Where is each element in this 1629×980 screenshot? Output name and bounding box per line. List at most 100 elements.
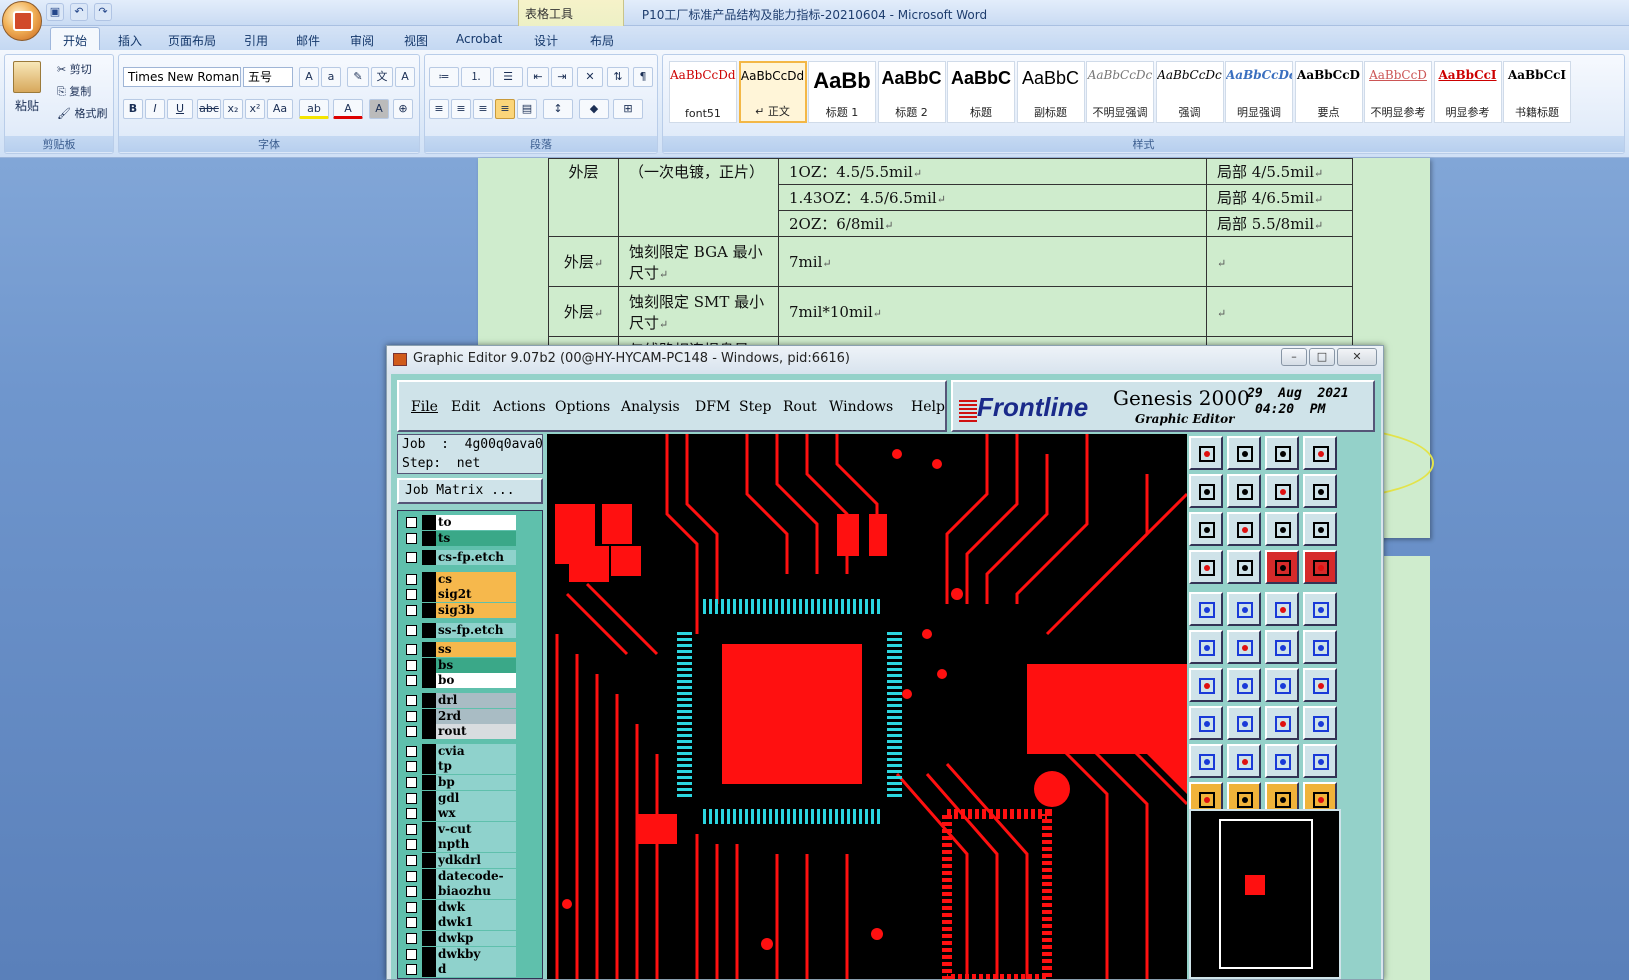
font-color-icon[interactable]: A <box>333 99 363 119</box>
pad-icon[interactable] <box>1189 592 1223 626</box>
tab-view[interactable]: 视图 <box>396 30 436 51</box>
increase-indent-icon[interactable]: ⇥ <box>551 67 573 87</box>
layer-row[interactable]: drl <box>402 693 542 708</box>
ruler-icon[interactable] <box>1265 592 1299 626</box>
show-marks-icon[interactable]: ¶ <box>633 67 653 87</box>
dash-icon[interactable] <box>1227 706 1261 740</box>
layer-row[interactable]: dwk <box>402 899 542 915</box>
change-case-icon[interactable]: Aa <box>267 99 293 119</box>
clear-format-icon[interactable]: ✎ <box>347 67 369 87</box>
strikethrough-icon[interactable]: abc <box>197 99 221 119</box>
layer-row[interactable]: biaozhu <box>402 884 542 900</box>
sort-icon[interactable]: ⇅ <box>607 67 629 87</box>
tab-mailings[interactable]: 邮件 <box>288 30 328 51</box>
layer-checkbox[interactable] <box>406 675 417 687</box>
style-item[interactable]: AaBbCcD 要点 <box>1294 61 1363 123</box>
maximize-icon[interactable]: □ <box>1309 348 1335 366</box>
table-cell[interactable]: 蚀刻限定 BGA 最小尺寸↵ <box>618 236 779 287</box>
layer-checkbox[interactable] <box>406 710 417 722</box>
grid-icon[interactable] <box>1227 550 1261 584</box>
triangle3-icon[interactable] <box>1265 744 1299 778</box>
layer-row[interactable]: ss <box>402 642 542 658</box>
layer-checkbox[interactable] <box>406 933 417 944</box>
shape-icon[interactable] <box>1227 592 1261 626</box>
help-icon[interactable] <box>1303 512 1337 546</box>
layer-row[interactable]: sig2t <box>402 587 542 603</box>
layer-checkbox[interactable] <box>406 823 417 835</box>
triangle1-icon[interactable] <box>1189 744 1223 778</box>
layer-row[interactable]: npth <box>402 837 542 853</box>
bullets-icon[interactable]: ≔ <box>429 67 459 87</box>
style-item[interactable]: AaBb 标题 1 <box>808 61 876 123</box>
table-cell[interactable]: 局部 4/5.5mil↵ <box>1206 158 1353 185</box>
font-family-combo[interactable]: Times New Roman <box>123 67 241 87</box>
move-icon[interactable] <box>1265 630 1299 664</box>
layer-checkbox[interactable] <box>406 589 417 601</box>
tab-page-layout[interactable]: 页面布局 <box>160 30 224 51</box>
tab-design[interactable]: 设计 <box>526 30 566 51</box>
layer-row[interactable]: bs <box>402 657 542 673</box>
layer-checkbox[interactable] <box>406 917 417 929</box>
style-item[interactable]: AaBbCcI 书籍标题 <box>1503 61 1571 123</box>
style-item[interactable]: AaBbC 副标题 <box>1016 61 1085 123</box>
pcb-canvas[interactable] <box>547 434 1187 979</box>
dim-icon[interactable] <box>1265 706 1299 740</box>
table-cell[interactable]: 外层 <box>548 158 619 237</box>
net-icon[interactable] <box>1189 630 1223 664</box>
layer-checkbox[interactable] <box>406 777 417 788</box>
align-center-icon[interactable]: ≡ <box>451 99 471 119</box>
tab-references[interactable]: 引用 <box>236 30 276 51</box>
layer-row[interactable]: dwk1 <box>402 915 542 931</box>
layer-row[interactable]: bp <box>402 775 542 790</box>
borders-icon[interactable]: ⊞ <box>613 99 643 119</box>
layer-checkbox[interactable] <box>406 573 417 585</box>
add-icon[interactable] <box>1303 630 1337 664</box>
highlight-icon[interactable]: ab <box>299 99 329 119</box>
style-item[interactable]: AaBbCcI 明显参考 <box>1433 61 1502 123</box>
edge-icon[interactable] <box>1227 668 1261 702</box>
font-size-combo[interactable]: 五号 <box>243 67 293 87</box>
enclose-char-icon[interactable]: ⊕ <box>393 99 413 119</box>
layer-checkbox[interactable] <box>406 901 417 913</box>
layer-checkbox[interactable] <box>406 726 417 738</box>
overview-minimap[interactable] <box>1189 809 1341 979</box>
layer-row[interactable]: wx <box>402 806 542 822</box>
cut-button[interactable]: ✂ 剪切 <box>57 61 92 77</box>
table-cell[interactable]: 外层↵ <box>548 236 619 287</box>
menu-help[interactable]: Help <box>911 399 945 415</box>
char-border-icon[interactable]: A <box>395 67 415 87</box>
menu-step[interactable]: Step <box>739 399 771 415</box>
style-item[interactable]: AaBbCcDd ↵ 正文 <box>738 61 807 123</box>
layer-checkbox[interactable] <box>406 745 417 757</box>
paste-label[interactable]: 粘贴 <box>15 97 39 114</box>
menu-options[interactable]: Options <box>555 399 610 415</box>
layer-checkbox[interactable] <box>406 792 417 804</box>
char-shading-icon[interactable]: A <box>369 99 389 119</box>
style-item[interactable]: AaBbC 标题 2 <box>877 61 946 123</box>
text-icon[interactable] <box>1303 668 1337 702</box>
decrease-indent-icon[interactable]: ⇤ <box>527 67 549 87</box>
tab-review[interactable]: 审阅 <box>342 30 382 51</box>
layer-row[interactable]: d <box>402 962 542 978</box>
layer-checkbox[interactable] <box>406 808 417 820</box>
line-icon[interactable] <box>1189 668 1223 702</box>
layer-row[interactable]: dwkby <box>402 946 542 962</box>
layer-checkbox[interactable] <box>406 605 417 616</box>
style-item[interactable]: AaBbCcDc 强调 <box>1155 61 1224 123</box>
justify-icon[interactable]: ≡ <box>495 99 515 119</box>
layer-row[interactable]: sig3b <box>402 603 542 618</box>
menu-windows[interactable]: Windows <box>829 399 893 415</box>
layer-row[interactable]: cvia <box>402 743 542 759</box>
table-cell[interactable]: 7mil*10mil↵ <box>778 286 1207 337</box>
chinese-layout-icon[interactable]: ✕ <box>577 67 603 87</box>
left-icon[interactable] <box>1189 474 1223 508</box>
close-icon[interactable]: ✕ <box>1337 348 1377 366</box>
ratio-icon[interactable] <box>1265 512 1299 546</box>
layer-checkbox[interactable] <box>406 870 417 882</box>
format-painter-button[interactable]: 🖌 格式刷 <box>57 105 107 121</box>
menu-actions[interactable]: Actions <box>493 399 546 415</box>
line-spacing-icon[interactable]: ↕ <box>543 99 573 119</box>
menu-dfm[interactable]: DFM <box>695 399 730 415</box>
table-cell[interactable]: 外层↵ <box>548 286 619 337</box>
layer-row[interactable]: to <box>402 515 542 530</box>
